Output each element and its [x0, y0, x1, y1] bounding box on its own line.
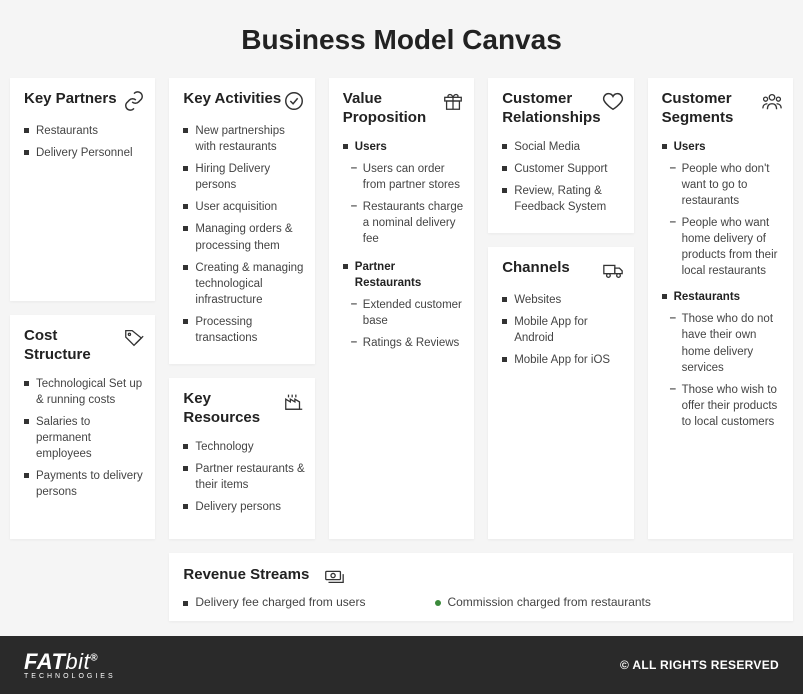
- registered-icon: ®: [90, 652, 98, 663]
- list-item: Those who do not have their own home del…: [670, 308, 783, 378]
- logo-thin: bit: [65, 649, 90, 674]
- list-item: Hiring Delivery persons: [183, 158, 304, 196]
- key-activities-title: Key Activities: [183, 90, 281, 109]
- list-item: Customer Support: [502, 158, 623, 180]
- money-icon: [323, 565, 345, 587]
- cs-restaurants-heading: Restaurants: [662, 286, 783, 308]
- list-item: New partnerships with restaurants: [183, 120, 304, 158]
- list-item: Restaurants: [24, 120, 145, 142]
- list-item: Review, Rating & Feedback System: [502, 180, 623, 218]
- link-icon: [123, 90, 145, 112]
- list-item: Extended customer base: [351, 294, 464, 332]
- value-proposition-title: Value Proposition: [343, 90, 442, 128]
- list-item: People who want home delivery of product…: [670, 212, 783, 282]
- footer: FATbit® TECHNOLOGIES © ALL RIGHTS RESERV…: [0, 636, 803, 694]
- copyright-text: © ALL RIGHTS RESERVED: [620, 658, 779, 672]
- list-item: Managing orders & processing them: [183, 218, 304, 256]
- cost-structure-title: Cost Structure: [24, 327, 123, 365]
- truck-icon: [602, 259, 624, 281]
- vp-users-heading: Users: [343, 136, 464, 158]
- key-partners-block: Key Partners Restaurants Delivery Person…: [10, 78, 155, 301]
- tag-icon: [123, 327, 145, 349]
- key-resources-title: Key Resources: [183, 390, 282, 428]
- customer-segments-title: Customer Segments: [662, 90, 761, 128]
- list-item: Restaurants charge a nominal delivery fe…: [351, 196, 464, 250]
- factory-icon: [283, 390, 305, 412]
- vp-partners-heading: Partner Restaurants: [343, 256, 464, 294]
- logo-subtext: TECHNOLOGIES: [24, 673, 116, 680]
- list-item: Technological Set up & running costs: [24, 373, 145, 411]
- list-item: Salaries to permanent employees: [24, 411, 145, 465]
- page-title: Business Model Canvas: [10, 24, 793, 56]
- list-item: Users can order from partner stores: [351, 158, 464, 196]
- list-item: Partner restaurants & their items: [183, 458, 304, 496]
- list-item: Delivery fee charged from users: [183, 595, 365, 609]
- value-proposition-block: Value Proposition Users Users can order …: [329, 78, 474, 539]
- list-item: Technology: [183, 436, 304, 458]
- customer-relationships-title: Customer Relationships: [502, 90, 601, 128]
- list-item: Websites: [502, 289, 623, 311]
- list-item: Those who wish to offer their products t…: [670, 379, 783, 433]
- customer-segments-block: Customer Segments Users People who don't…: [648, 78, 793, 539]
- heart-icon: [602, 90, 624, 112]
- list-item: Social Media: [502, 136, 623, 158]
- key-resources-block: Key Resources Technology Partner restaur…: [169, 378, 314, 538]
- list-item: User acquisition: [183, 196, 304, 218]
- key-partners-title: Key Partners: [24, 90, 117, 109]
- list-item: Commission charged from restaurants: [435, 595, 650, 609]
- list-item: Delivery persons: [183, 496, 304, 518]
- list-item: Mobile App for Android: [502, 311, 623, 349]
- list-item: Payments to delivery persons: [24, 465, 145, 503]
- revenue-streams-title: Revenue Streams: [183, 566, 309, 585]
- gift-icon: [442, 90, 464, 112]
- key-activities-block: Key Activities New partnerships with res…: [169, 78, 314, 364]
- users-icon: [761, 90, 783, 112]
- check-circle-icon: [283, 90, 305, 112]
- channels-block: Channels Websites Mobile App for Android…: [488, 247, 633, 539]
- logo: FATbit® TECHNOLOGIES: [24, 651, 116, 680]
- list-item: Ratings & Reviews: [351, 332, 464, 354]
- list-item: People who don't want to go to restauran…: [670, 158, 783, 212]
- list-item: Processing transactions: [183, 311, 304, 349]
- customer-relationships-block: Customer Relationships Social Media Cust…: [488, 78, 633, 233]
- logo-bold: FAT: [24, 649, 65, 674]
- cs-users-heading: Users: [662, 136, 783, 158]
- revenue-streams-block: Revenue Streams Delivery fee charged fro…: [169, 553, 793, 621]
- list-item: Delivery Personnel: [24, 142, 145, 164]
- canvas-grid: Key Partners Restaurants Delivery Person…: [10, 78, 793, 626]
- cost-structure-block: Cost Structure Technological Set up & ru…: [10, 315, 155, 538]
- channels-title: Channels: [502, 259, 570, 278]
- list-item: Mobile App for iOS: [502, 349, 623, 371]
- list-item: Creating & managing technological infras…: [183, 257, 304, 311]
